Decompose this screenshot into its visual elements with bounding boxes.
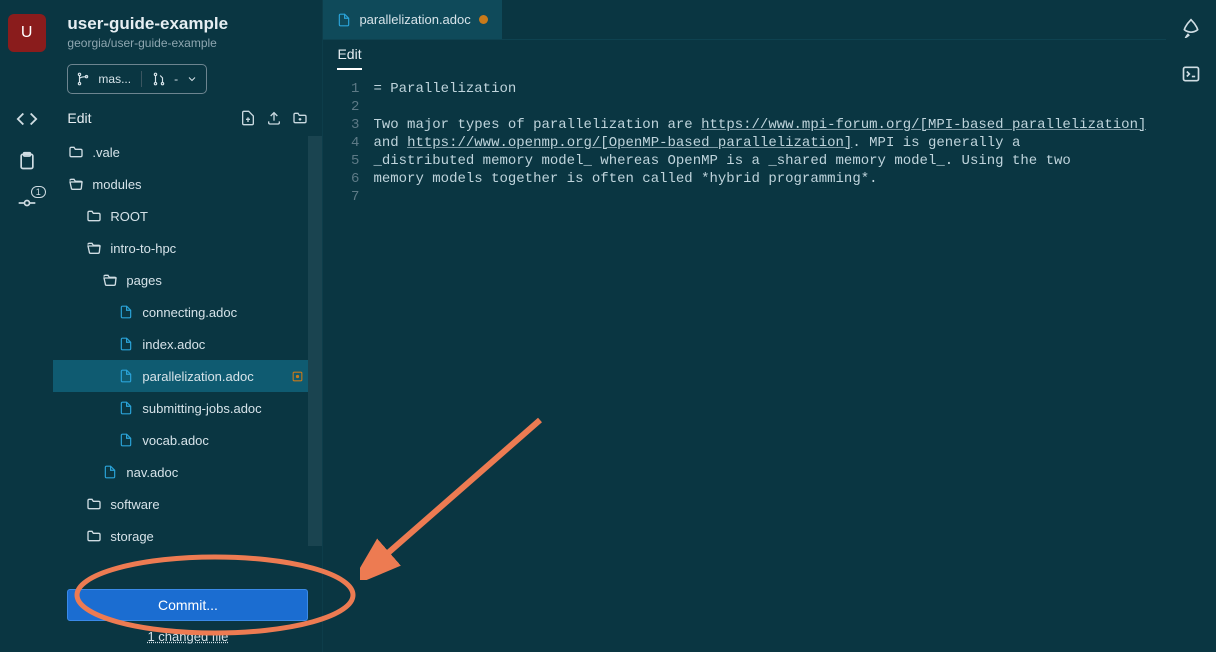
scrollbar[interactable] <box>308 136 322 546</box>
file-item[interactable]: parallelization.adoc <box>53 360 322 392</box>
tab-bar: parallelization.adoc <box>323 0 1166 40</box>
file-icon <box>117 433 135 447</box>
file-item[interactable]: index.adoc <box>53 328 322 360</box>
tree-item-label: submitting-jobs.adoc <box>142 401 261 416</box>
file-icon <box>117 401 135 415</box>
folder-icon <box>85 208 103 224</box>
editor-subtab-edit[interactable]: Edit <box>337 46 361 70</box>
tree-item-label: storage <box>110 529 153 544</box>
tree-item-label: ROOT <box>110 209 148 224</box>
file-item[interactable]: connecting.adoc <box>53 296 322 328</box>
new-folder-icon[interactable] <box>292 110 308 126</box>
project-subtitle: georgia/user-guide-example <box>67 36 308 50</box>
tree-item-label: intro-to-hpc <box>110 241 176 256</box>
file-item[interactable]: submitting-jobs.adoc <box>53 392 322 424</box>
chevron-down-icon <box>186 73 198 85</box>
changed-files-link[interactable]: 1 changed file <box>67 621 308 652</box>
right-bar <box>1166 0 1216 652</box>
folder-item[interactable]: intro-to-hpc <box>53 232 322 264</box>
tree-item-label: .vale <box>92 145 119 160</box>
file-icon <box>337 13 351 27</box>
gutter: 1234567 <box>323 80 373 652</box>
project-header: user-guide-example georgia/user-guide-ex… <box>53 0 322 60</box>
tree-item-label: parallelization.adoc <box>142 369 253 384</box>
new-file-icon[interactable] <box>240 110 256 126</box>
folder-item[interactable]: pages <box>53 264 322 296</box>
commit-button[interactable]: Commit... <box>67 589 308 621</box>
file-icon <box>117 337 135 351</box>
file-icon <box>117 369 135 383</box>
file-icon <box>117 305 135 319</box>
file-item[interactable]: nav.adoc <box>53 456 322 488</box>
folder-item[interactable]: modules <box>53 168 322 200</box>
branch-icon <box>76 72 90 86</box>
editor-area: parallelization.adoc Edit 1234567 = Para… <box>323 0 1166 652</box>
tab-parallelization[interactable]: parallelization.adoc <box>323 0 502 39</box>
sidebar: user-guide-example georgia/user-guide-ex… <box>53 0 323 652</box>
folder-item[interactable]: storage <box>53 520 322 552</box>
folder-icon <box>85 496 103 512</box>
rocket-icon[interactable] <box>1181 18 1201 38</box>
code-editor[interactable]: 1234567 = Parallelization Two major type… <box>323 76 1166 652</box>
file-tree[interactable]: .vale modules ROOT intro-to-hpc pages connect… <box>53 136 322 579</box>
tree-item-label: pages <box>126 273 161 288</box>
folder-item[interactable]: .vale <box>53 136 322 168</box>
code-icon[interactable] <box>16 108 38 130</box>
commit-icon[interactable]: 1 <box>16 192 38 214</box>
folder-icon <box>85 240 103 256</box>
tree-item-label: modules <box>92 177 141 192</box>
tree-item-label: nav.adoc <box>126 465 178 480</box>
tab-label: parallelization.adoc <box>359 12 470 27</box>
folder-icon <box>67 176 85 192</box>
folder-item[interactable]: software <box>53 488 322 520</box>
file-icon <box>101 465 119 479</box>
upload-icon[interactable] <box>266 110 282 126</box>
folder-icon <box>67 144 85 160</box>
modified-indicator <box>291 370 304 383</box>
code-content[interactable]: = Parallelization Two major types of par… <box>373 80 1166 652</box>
branch-selector[interactable]: mas... - <box>67 64 207 94</box>
sidebar-edit-label: Edit <box>67 110 91 126</box>
activity-bar: U 1 <box>0 0 53 652</box>
clipboard-icon[interactable] <box>16 150 38 172</box>
tree-item-label: index.adoc <box>142 337 205 352</box>
folder-item[interactable]: ROOT <box>53 200 322 232</box>
folder-icon <box>85 528 103 544</box>
dirty-indicator <box>479 15 488 24</box>
merge-request-icon <box>152 72 166 86</box>
folder-icon <box>101 272 119 288</box>
tree-item-label: connecting.adoc <box>142 305 237 320</box>
project-title: user-guide-example <box>67 14 308 34</box>
avatar[interactable]: U <box>8 14 46 52</box>
commit-badge: 1 <box>31 186 46 198</box>
tree-item-label: software <box>110 497 159 512</box>
file-item[interactable]: vocab.adoc <box>53 424 322 456</box>
terminal-icon[interactable] <box>1181 64 1201 84</box>
tree-item-label: vocab.adoc <box>142 433 209 448</box>
